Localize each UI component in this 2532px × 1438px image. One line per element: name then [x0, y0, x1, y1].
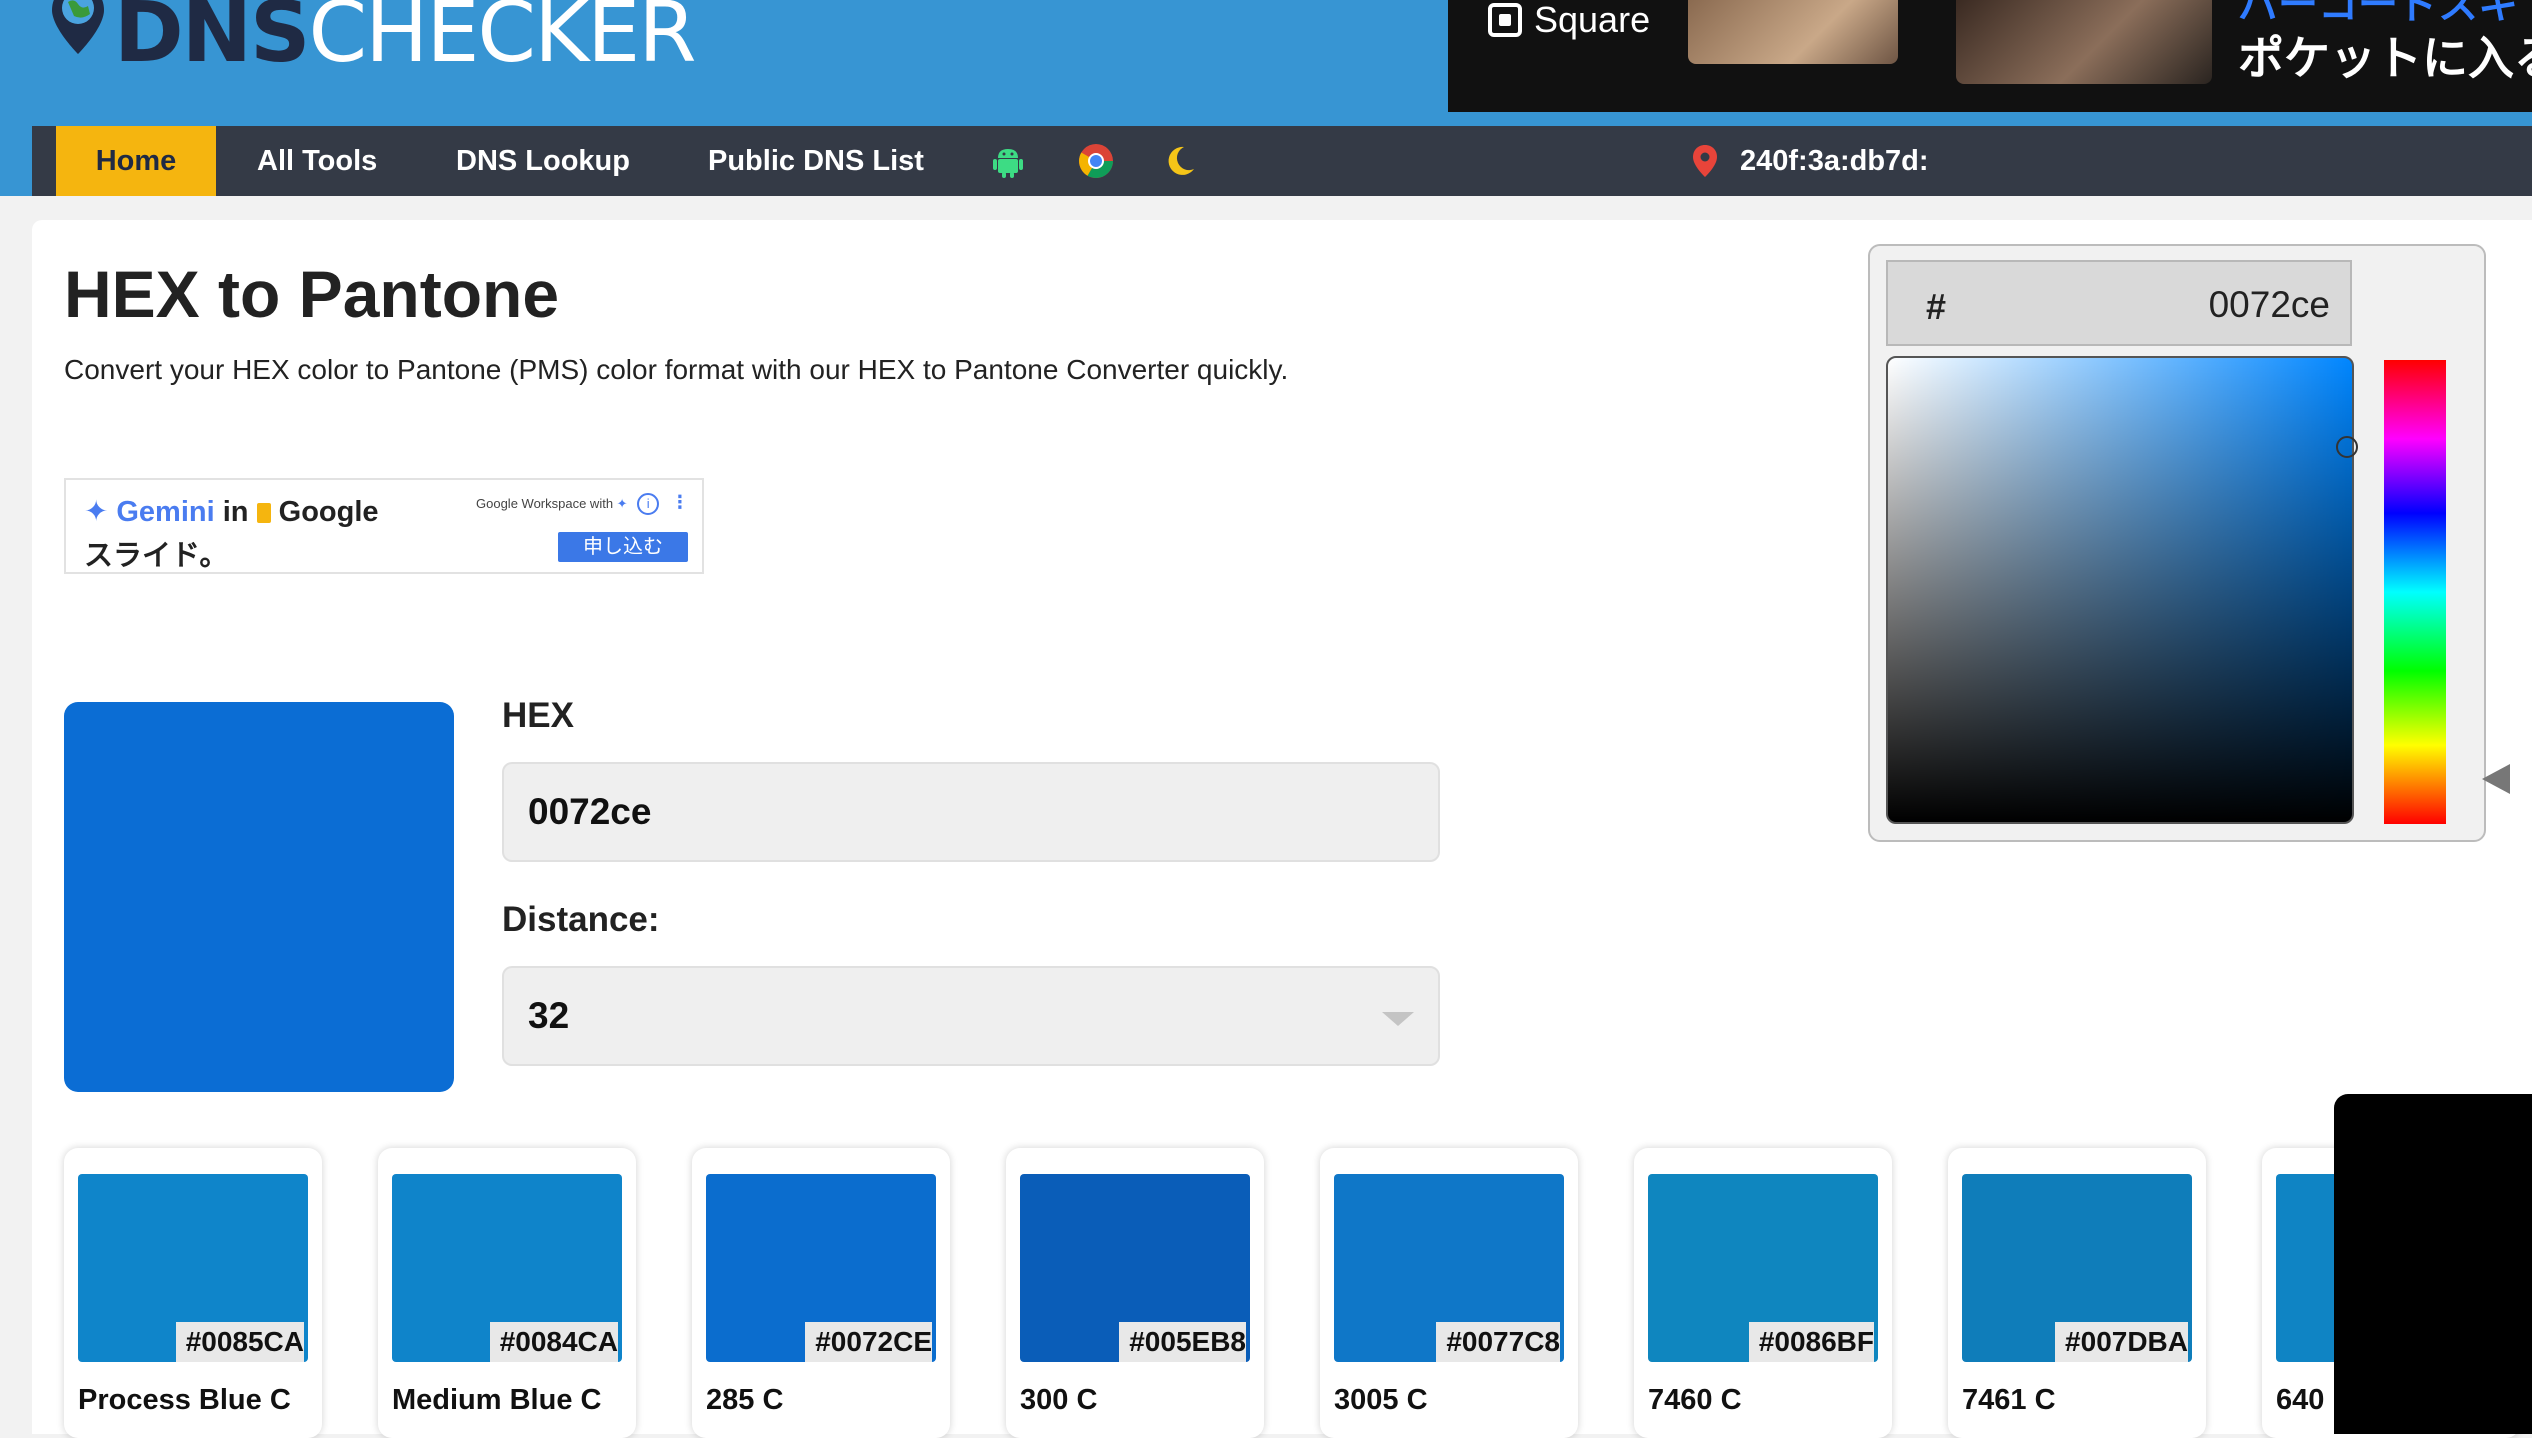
hue-slider[interactable] — [2384, 360, 2446, 824]
pantone-result-card[interactable]: #0086BF 7460 C — [1634, 1148, 1892, 1438]
distance-value: 32 — [528, 995, 570, 1036]
pantone-result-card[interactable]: #0072CE 285 C — [692, 1148, 950, 1438]
ad-apply-button[interactable]: 申し込む — [558, 532, 688, 562]
picker-cursor[interactable] — [2336, 436, 2358, 458]
ad-text: ポケットに入る — [2238, 32, 2532, 84]
nav-all-tools[interactable]: All Tools — [257, 126, 377, 196]
logo-dns: DNS — [114, 0, 311, 81]
page-subtitle: Convert your HEX color to Pantone (PMS) … — [64, 354, 1289, 385]
ad-gemini-word: Gemini — [116, 496, 215, 528]
top-banner-ad[interactable]: Square バーコードスキ ポケットに入る — [1448, 0, 2532, 112]
chrome-icon[interactable] — [1078, 143, 1114, 179]
pantone-result-card[interactable]: #0077C8 3005 C — [1320, 1148, 1578, 1438]
pantone-result-card[interactable]: #007DBA 7461 C — [1948, 1148, 2206, 1438]
ad-brand-label: Square — [1534, 0, 1651, 40]
pantone-hex-label: #005EB8 — [1119, 1322, 1246, 1362]
pantone-hex-label: #007DBA — [2055, 1322, 2188, 1362]
sparkle-icon: ✦ — [616, 496, 628, 511]
ad-gemini-headline: ✦ Gemini in Google — [84, 494, 379, 529]
distance-select[interactable]: 32 — [502, 966, 1440, 1066]
inline-ad[interactable]: ✦ Gemini in Google スライド。 Google Workspac… — [64, 478, 704, 574]
pantone-swatch: #005EB8 — [1020, 1174, 1250, 1362]
ad-square-brand: Square — [1488, 0, 1650, 40]
hex-label: HEX — [502, 696, 574, 735]
moon-icon[interactable] — [1162, 143, 1198, 179]
picker-hex-input[interactable]: # 0072ce — [1886, 260, 2352, 346]
pantone-swatch: #0072CE — [706, 1174, 936, 1362]
more-vertical-icon[interactable]: ⋮ — [671, 492, 689, 512]
pantone-hex-label: #0072CE — [805, 1322, 932, 1362]
overlay-black-panel — [2334, 1094, 2532, 1434]
hue-slider-handle-icon[interactable] — [2482, 764, 2510, 794]
ad-in-word: in — [222, 496, 249, 528]
location-pin-icon — [1693, 145, 1717, 177]
slides-icon — [256, 503, 271, 524]
android-icon[interactable] — [990, 143, 1026, 179]
logo-text: DNSCHECKER — [114, 0, 697, 74]
pantone-name: 285 C — [706, 1384, 784, 1416]
pantone-swatch: #007DBA — [1962, 1174, 2192, 1362]
nav-public-dns-list[interactable]: Public DNS List — [708, 126, 924, 196]
pantone-swatch: #0077C8 — [1334, 1174, 1564, 1362]
pantone-name: 7461 C — [1962, 1384, 2056, 1416]
picker-hash: # — [1926, 286, 1947, 327]
info-icon[interactable]: i — [637, 493, 660, 515]
square-logo-icon — [1488, 3, 1522, 37]
pantone-result-card[interactable]: #0085CA Process Blue C — [64, 1148, 322, 1438]
pantone-hex-label: #0085CA — [175, 1322, 304, 1362]
pantone-result-card[interactable]: #005EB8 300 C — [1006, 1148, 1264, 1438]
ip-address-text: 240f:3a:db7d: — [1740, 144, 1929, 177]
pantone-swatch: #0084CA — [392, 1174, 622, 1362]
pantone-swatch: #0085CA — [78, 1174, 308, 1362]
ip-address: 240f:3a:db7d: — [1692, 126, 1929, 196]
ad-google-word: Google — [278, 496, 379, 528]
saturation-value-area[interactable] — [1886, 356, 2358, 824]
ad-workspace-text: Google Workspace with ✦ i ⋮ — [476, 492, 689, 515]
nav-home[interactable]: Home — [56, 126, 216, 196]
pantone-name: 3005 C — [1334, 1384, 1428, 1416]
sparkle-icon: ✦ — [84, 496, 117, 528]
nav-dns-lookup[interactable]: DNS Lookup — [456, 126, 630, 196]
ad-photo — [1688, 0, 1898, 64]
pantone-name: Medium Blue C — [392, 1384, 602, 1416]
pantone-swatch: #0086BF — [1648, 1174, 1878, 1362]
pantone-hex-label: #0084CA — [489, 1322, 618, 1362]
picker-hex-value: 0072ce — [2208, 284, 2330, 325]
ad-photo — [1956, 0, 2212, 84]
color-picker: # 0072ce — [1868, 244, 2486, 842]
ad-workspace-label: Google Workspace with — [476, 496, 614, 511]
logo-checker: CHECKER — [308, 0, 697, 81]
pantone-name: 300 C — [1020, 1384, 1098, 1416]
ad-jp-text: スライド。 — [84, 540, 229, 572]
pantone-hex-label: #0086BF — [1748, 1322, 1874, 1362]
pantone-result-card[interactable]: #0084CA Medium Blue C — [378, 1148, 636, 1438]
distance-label: Distance: — [502, 900, 660, 939]
pantone-name: Process Blue C — [78, 1384, 291, 1416]
page-title: HEX to Pantone — [64, 257, 560, 331]
hex-input[interactable]: 0072ce — [502, 762, 1440, 862]
chevron-down-icon — [1382, 1012, 1414, 1026]
main-nav: Home All Tools DNS Lookup Public DNS Lis… — [32, 126, 2532, 196]
pantone-name: 7460 C — [1648, 1384, 1742, 1416]
globe-pin-icon — [52, 0, 104, 54]
color-preview-swatch — [64, 702, 454, 1092]
pantone-name: 640 — [2276, 1384, 2325, 1416]
pantone-hex-label: #0077C8 — [1436, 1322, 1560, 1362]
